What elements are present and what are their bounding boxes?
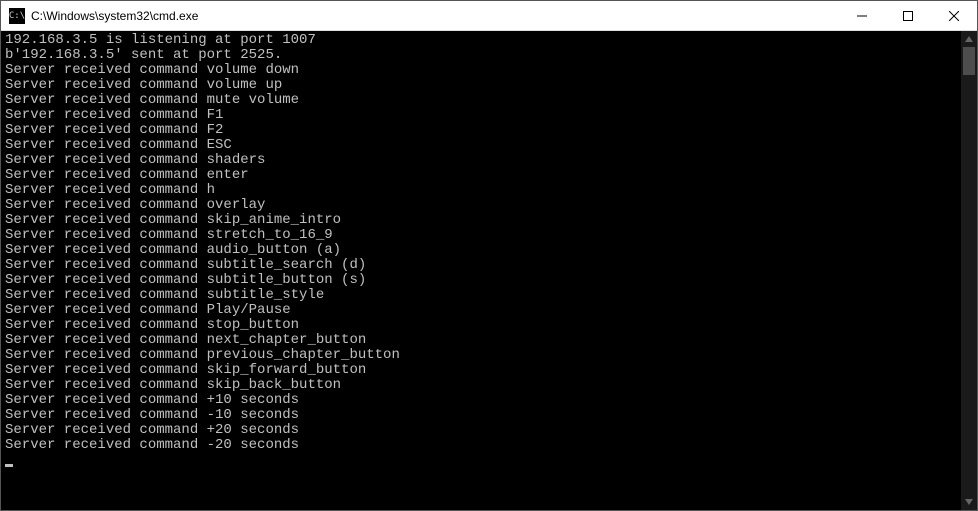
cursor-line: [5, 453, 957, 468]
terminal-line: Server received command audio_button (a): [5, 243, 957, 258]
scroll-track[interactable]: [961, 47, 977, 494]
terminal-line: Server received command skip_back_button: [5, 378, 957, 393]
terminal-line: Server received command skip_anime_intro: [5, 213, 957, 228]
terminal-line: Server received command volume down: [5, 63, 957, 78]
terminal-line: Server received command previous_chapter…: [5, 348, 957, 363]
terminal-line: Server received command subtitle_search …: [5, 258, 957, 273]
scroll-down-arrow-icon[interactable]: [961, 494, 977, 510]
terminal-line: Server received command +10 seconds: [5, 393, 957, 408]
close-icon: [949, 11, 959, 21]
terminal-line: Server received command Play/Pause: [5, 303, 957, 318]
terminal-line: Server received command ESC: [5, 138, 957, 153]
terminal-line: Server received command skip_forward_but…: [5, 363, 957, 378]
terminal-line: Server received command overlay: [5, 198, 957, 213]
vertical-scrollbar[interactable]: [961, 31, 977, 510]
terminal-line: Server received command shaders: [5, 153, 957, 168]
cmd-icon: C:\: [9, 8, 25, 24]
terminal-line: Server received command subtitle_style: [5, 288, 957, 303]
window-controls: [839, 1, 977, 30]
terminal-line: Server received command mute volume: [5, 93, 957, 108]
terminal-line: Server received command stretch_to_16_9: [5, 228, 957, 243]
terminal-line: Server received command enter: [5, 168, 957, 183]
terminal-line: 192.168.3.5 is listening at port 1007: [5, 33, 957, 48]
terminal-line: b'192.168.3.5' sent at port 2525.: [5, 48, 957, 63]
minimize-button[interactable]: [839, 1, 885, 30]
cursor-icon: [5, 464, 13, 467]
terminal-line: Server received command stop_button: [5, 318, 957, 333]
close-button[interactable]: [931, 1, 977, 30]
scroll-thumb[interactable]: [963, 47, 975, 75]
terminal-line: Server received command subtitle_button …: [5, 273, 957, 288]
terminal-output[interactable]: 192.168.3.5 is listening at port 1007b'1…: [1, 31, 961, 510]
terminal-line: Server received command F1: [5, 108, 957, 123]
maximize-icon: [903, 11, 913, 21]
terminal-line: Server received command +20 seconds: [5, 423, 957, 438]
terminal-line: Server received command h: [5, 183, 957, 198]
terminal-line: Server received command F2: [5, 123, 957, 138]
terminal-line: Server received command next_chapter_but…: [5, 333, 957, 348]
cmd-window: C:\ C:\Windows\system32\cmd.exe 192.168.…: [0, 0, 978, 511]
terminal-line: Server received command volume up: [5, 78, 957, 93]
scroll-up-arrow-icon[interactable]: [961, 31, 977, 47]
maximize-button[interactable]: [885, 1, 931, 30]
window-title: C:\Windows\system32\cmd.exe: [31, 9, 839, 23]
minimize-icon: [857, 11, 867, 21]
terminal-line: Server received command -10 seconds: [5, 408, 957, 423]
terminal-content-wrap: 192.168.3.5 is listening at port 1007b'1…: [1, 31, 977, 510]
titlebar[interactable]: C:\ C:\Windows\system32\cmd.exe: [1, 1, 977, 31]
terminal-line: Server received command -20 seconds: [5, 438, 957, 453]
